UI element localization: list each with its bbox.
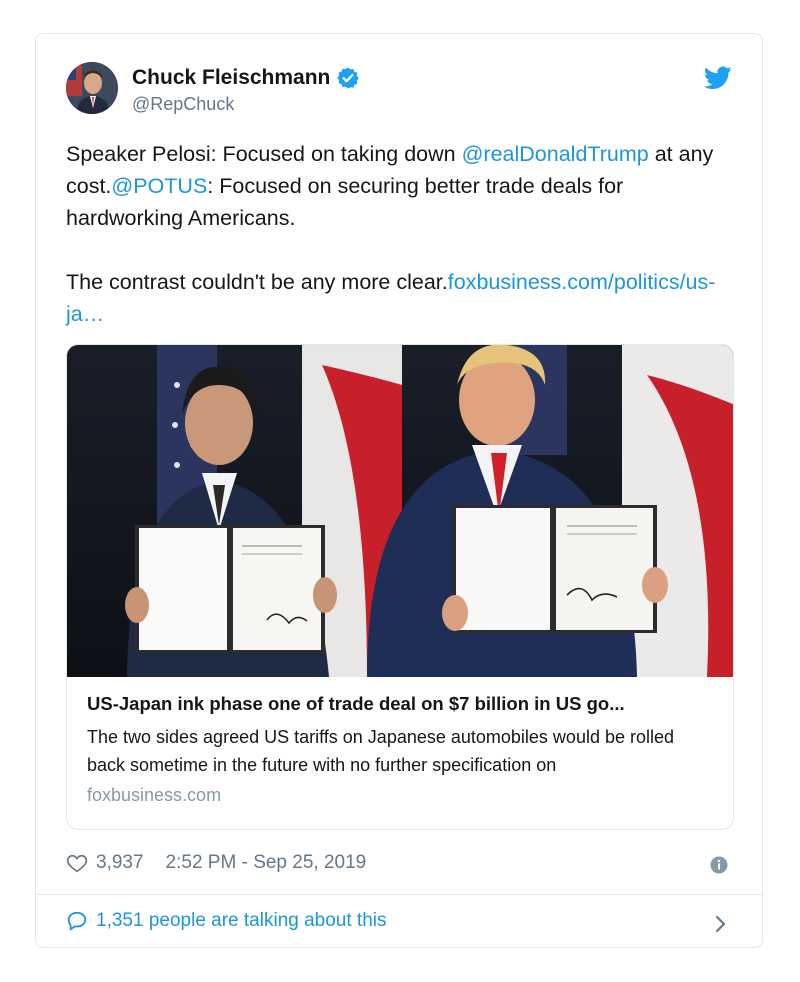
- tweet-timestamp[interactable]: 2:52 PM - Sep 25, 2019: [166, 852, 367, 874]
- tweet-text: Speaker Pelosi: Focused on taking down @…: [66, 138, 738, 330]
- article-title[interactable]: US-Japan ink phase one of trade deal on …: [87, 693, 713, 715]
- heart-icon[interactable]: [66, 852, 88, 874]
- author-name-row[interactable]: Chuck Fleischmann: [132, 66, 360, 90]
- mention-potus-link[interactable]: @POTUS: [111, 174, 207, 198]
- speech-bubble-icon: [67, 911, 87, 931]
- mention-realdonaldtrump-link[interactable]: @realDonaldTrump: [462, 142, 649, 166]
- tweet-text-part-1: Speaker Pelosi: Focused on taking down: [66, 142, 462, 166]
- tweet-embed-card: Chuck Fleischmann @RepChuck Speaker Pelo…: [35, 33, 763, 948]
- like-count[interactable]: 3,937: [96, 852, 144, 874]
- article-domain: foxbusiness.com: [87, 785, 222, 805]
- link-preview-card[interactable]: US-Japan ink phase one of trade deal on …: [66, 344, 734, 830]
- author-handle[interactable]: @RepChuck: [132, 94, 234, 115]
- chevron-right-icon[interactable]: [714, 914, 728, 934]
- divider: [36, 894, 762, 895]
- talking-count-label[interactable]: 1,351 people are talking about this: [96, 910, 387, 932]
- conversation-link[interactable]: 1,351 people are talking about this: [66, 910, 387, 932]
- link-preview-body[interactable]: US-Japan ink phase one of trade deal on …: [67, 677, 733, 806]
- article-photo[interactable]: [67, 345, 734, 677]
- tweet-meta: 3,937 2:52 PM - Sep 25, 2019: [66, 852, 366, 874]
- twitter-bird-icon[interactable]: [704, 66, 732, 90]
- info-icon[interactable]: [710, 856, 728, 874]
- verified-badge-icon: [337, 67, 360, 89]
- article-description: The two sides agreed US tariffs on Japan…: [87, 727, 675, 775]
- avatar[interactable]: [66, 62, 118, 114]
- author-name[interactable]: Chuck Fleischmann: [132, 66, 330, 90]
